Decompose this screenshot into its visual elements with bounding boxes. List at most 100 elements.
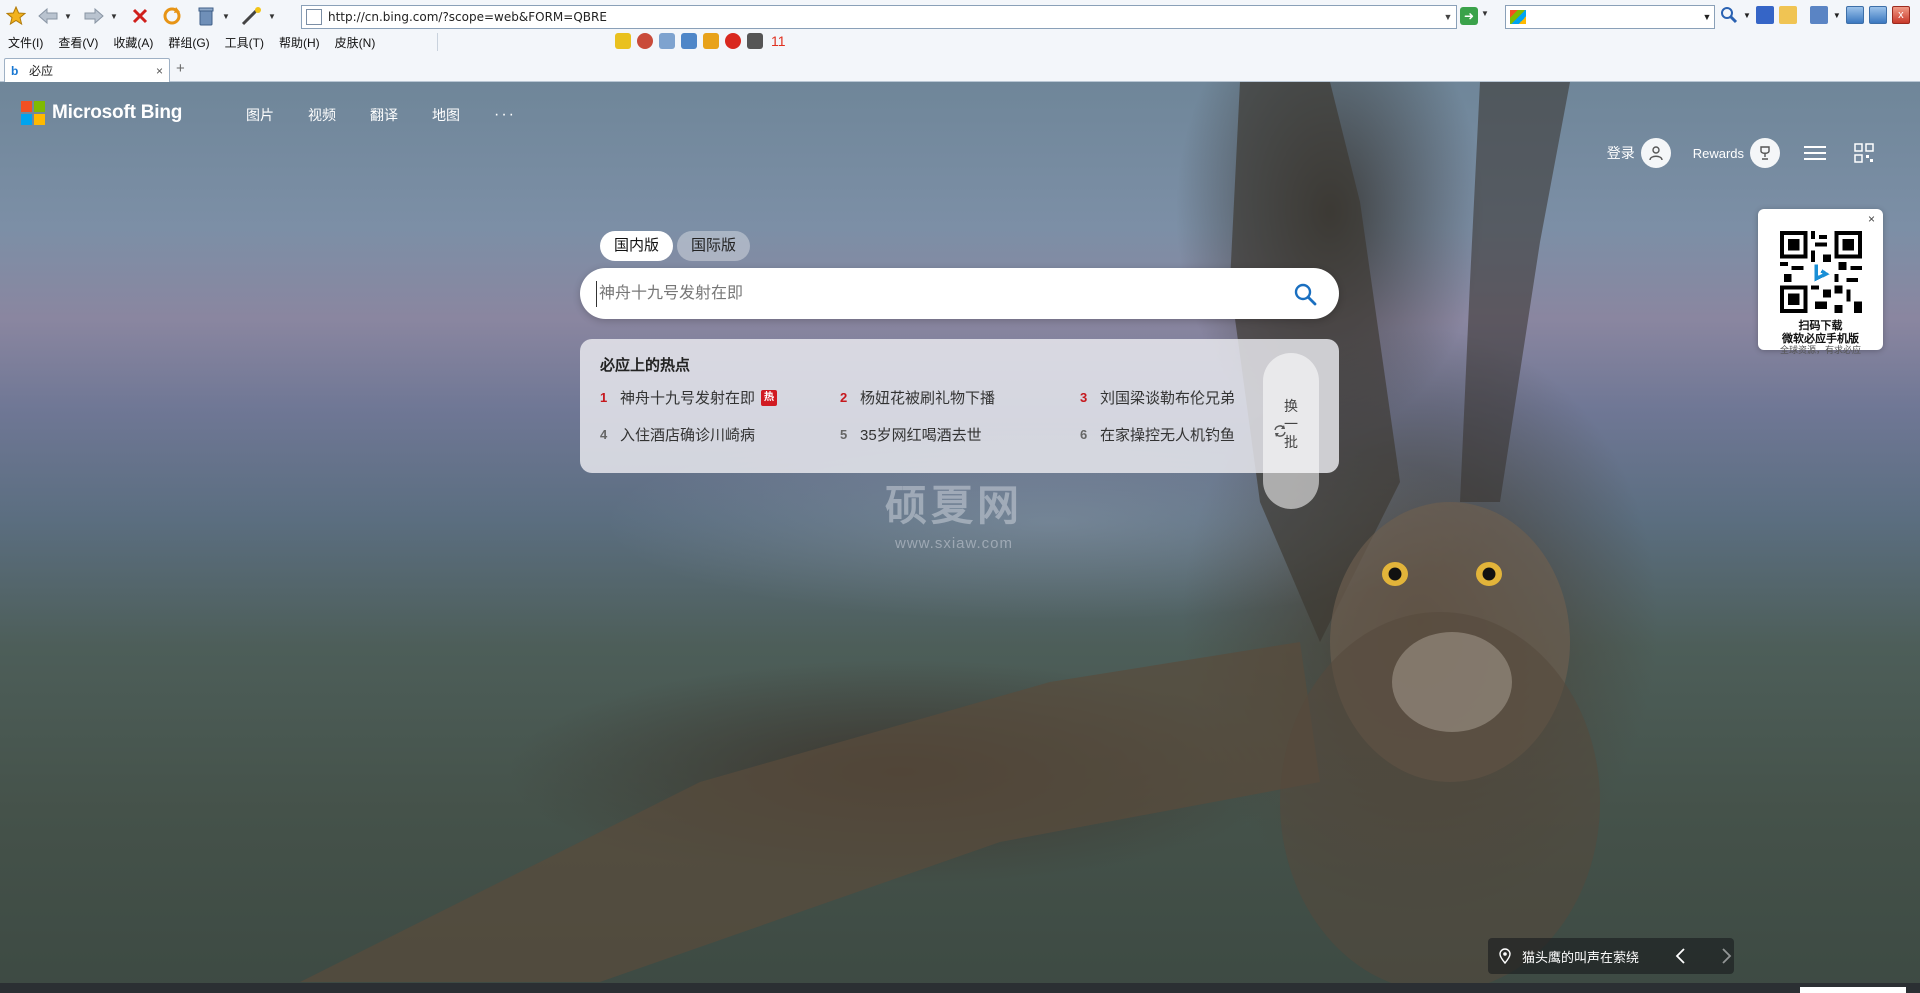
nav-translate[interactable]: 翻译 xyxy=(370,105,398,125)
rewards-trophy-icon[interactable] xyxy=(1750,138,1780,168)
menu-groups[interactable]: 群组(G) xyxy=(168,34,209,51)
forward-dropdown-icon[interactable]: ▼ xyxy=(108,4,120,28)
new-tab-button[interactable]: + xyxy=(176,58,185,82)
nav-images[interactable]: 图片 xyxy=(246,105,274,125)
trending-item[interactable]: 2 杨妞花被刷礼物下播 xyxy=(840,387,995,408)
minimize-button[interactable] xyxy=(1845,6,1864,24)
qr-caption-line3: 全球资源，有求必应 xyxy=(1779,345,1861,355)
broom-icon[interactable] xyxy=(703,33,719,49)
browser-right-tools: ▼ ▼ x xyxy=(1720,6,1910,24)
chevron-left-icon[interactable] xyxy=(1672,946,1690,966)
signin-link[interactable]: 登录 xyxy=(1607,143,1635,163)
browser-search-icon[interactable] xyxy=(1720,6,1738,24)
menu-divider xyxy=(437,33,438,51)
menu-view[interactable]: 查看(V) xyxy=(58,34,98,51)
menu-file[interactable]: 文件(I) xyxy=(8,34,43,51)
image-caption[interactable]: 猫头鹰的叫声在萦绕 xyxy=(1488,938,1734,974)
caption-text[interactable]: 猫头鹰的叫声在萦绕 xyxy=(1522,947,1639,966)
search-engine-dropdown-icon[interactable]: ▼ xyxy=(1700,12,1714,22)
trending-text[interactable]: 神舟十九号发射在即 xyxy=(620,387,755,408)
go-button[interactable]: ➜ xyxy=(1460,7,1478,25)
trending-text[interactable]: 刘国梁谈勒布伦兄弟 xyxy=(1100,387,1235,408)
wand-icon[interactable] xyxy=(240,4,264,28)
screen-icon[interactable] xyxy=(681,33,697,49)
trending-item[interactable]: 5 35岁网红喝酒去世 xyxy=(840,424,982,445)
trending-text[interactable]: 杨妞花被刷礼物下播 xyxy=(860,387,995,408)
tab-domestic[interactable]: 国内版 xyxy=(600,231,674,261)
search-scope-tabs: 国内版 国际版 xyxy=(600,231,754,261)
qr-code-icon[interactable] xyxy=(1854,143,1874,163)
tab-bar: b 必应 × + xyxy=(0,56,1920,82)
refresh-char: 换 xyxy=(1284,398,1298,414)
download-qr-code xyxy=(1780,231,1862,313)
watermark-title: 硕夏网 xyxy=(885,482,1024,529)
refresh-trending-button[interactable]: 换 一 批 xyxy=(1263,353,1319,509)
search-icon[interactable] xyxy=(1293,282,1317,306)
menu-skin[interactable]: 皮肤(N) xyxy=(335,34,376,51)
mascot-icon[interactable] xyxy=(747,33,763,49)
wand-dropdown-icon[interactable]: ▼ xyxy=(266,4,278,28)
stop-icon[interactable] xyxy=(128,4,152,28)
search-engine-icon[interactable] xyxy=(1510,10,1526,24)
refresh-icon[interactable] xyxy=(160,4,184,28)
trash-icon[interactable] xyxy=(194,4,218,28)
trending-item[interactable]: 4 入住酒店确诊川崎病 xyxy=(600,424,755,445)
menu-help[interactable]: 帮助(H) xyxy=(279,34,320,51)
tab-bing[interactable]: b 必应 × xyxy=(4,58,170,82)
tab-international[interactable]: 国际版 xyxy=(677,231,751,261)
nav-maps[interactable]: 地图 xyxy=(432,105,460,125)
logo-text: Microsoft Bing xyxy=(52,102,183,123)
window-close-button[interactable]: x xyxy=(1891,6,1910,24)
layout-icon[interactable] xyxy=(1809,6,1828,24)
address-bar[interactable]: http://cn.bing.com/?scope=web&FORM=QBRE … xyxy=(301,5,1457,29)
menu-bar: 文件(I) 查看(V) 收藏(A) 群组(G) 工具(T) 帮助(H) 皮肤(N… xyxy=(0,32,390,52)
layout-dropdown-icon[interactable]: ▼ xyxy=(1833,11,1841,20)
trending-rank: 2 xyxy=(840,390,848,405)
trending-title: 必应上的热点 xyxy=(600,357,691,374)
address-dropdown-icon[interactable]: ▼ xyxy=(1440,12,1456,22)
back-dropdown-icon[interactable]: ▼ xyxy=(62,4,74,28)
menu-favorites[interactable]: 收藏(A) xyxy=(113,34,153,51)
plane-icon[interactable] xyxy=(615,33,631,49)
hamburger-menu-icon[interactable] xyxy=(1804,142,1826,164)
trending-text[interactable]: 入住酒店确诊川崎病 xyxy=(620,424,755,445)
trending-text[interactable]: 35岁网红喝酒去世 xyxy=(860,424,982,445)
note-icon[interactable] xyxy=(1778,6,1797,24)
owl-left-eye xyxy=(1382,562,1408,586)
trending-item[interactable]: 1 神舟十九号发射在即 热 xyxy=(600,387,778,408)
rewards-link[interactable]: Rewards xyxy=(1693,146,1744,161)
browser-search-box[interactable]: ▼ xyxy=(1505,5,1715,29)
browser-search-dropdown-icon[interactable]: ▼ xyxy=(1743,11,1751,20)
trending-item[interactable]: 6 在家操控无人机钓鱼 xyxy=(1080,424,1235,445)
trending-text[interactable]: 在家操控无人机钓鱼 xyxy=(1100,424,1235,445)
trending-rank: 4 xyxy=(600,427,608,442)
qr-card-close-icon[interactable]: × xyxy=(1868,212,1875,226)
menu-tools[interactable]: 工具(T) xyxy=(225,34,264,51)
address-url[interactable]: http://cn.bing.com/?scope=web&FORM=QBRE xyxy=(328,10,1440,24)
bing-header: Microsoft Bing 图片 视频 翻译 地图 ··· xyxy=(0,82,1920,142)
search-input[interactable] xyxy=(596,281,1276,307)
owl-right-eye xyxy=(1476,562,1502,586)
nav-more-button[interactable]: ··· xyxy=(494,106,516,124)
back-icon[interactable] xyxy=(36,4,60,28)
go-dropdown-icon[interactable]: ▼ xyxy=(1481,9,1489,18)
bing-logo[interactable]: Microsoft Bing xyxy=(21,101,182,125)
browser-chrome: ▼ ▼ ▼ ▼ http://cn.bing.com/?scope=web&FO… xyxy=(0,0,1920,82)
nav-videos[interactable]: 视频 xyxy=(308,105,336,125)
paw-icon[interactable] xyxy=(1755,6,1774,24)
weibo-icon[interactable] xyxy=(725,33,741,49)
restore-button[interactable] xyxy=(1868,6,1887,24)
user-icon[interactable] xyxy=(1640,138,1671,168)
trash-dropdown-icon[interactable]: ▼ xyxy=(220,4,232,28)
watermark: 硕夏网 www.sxiaw.com xyxy=(885,472,1023,552)
doc-icon[interactable] xyxy=(659,33,675,49)
ball-icon[interactable] xyxy=(637,33,653,49)
forward-icon[interactable] xyxy=(82,4,106,28)
chevron-right-icon[interactable] xyxy=(1717,946,1735,966)
tab-close-icon[interactable]: × xyxy=(156,64,163,78)
favorite-star-icon[interactable] xyxy=(4,4,28,28)
trending-rank: 3 xyxy=(1080,390,1088,405)
trending-rank: 1 xyxy=(600,390,608,405)
location-pin-icon xyxy=(1499,948,1511,964)
trending-item[interactable]: 3 刘国梁谈勒布伦兄弟 xyxy=(1080,387,1235,408)
